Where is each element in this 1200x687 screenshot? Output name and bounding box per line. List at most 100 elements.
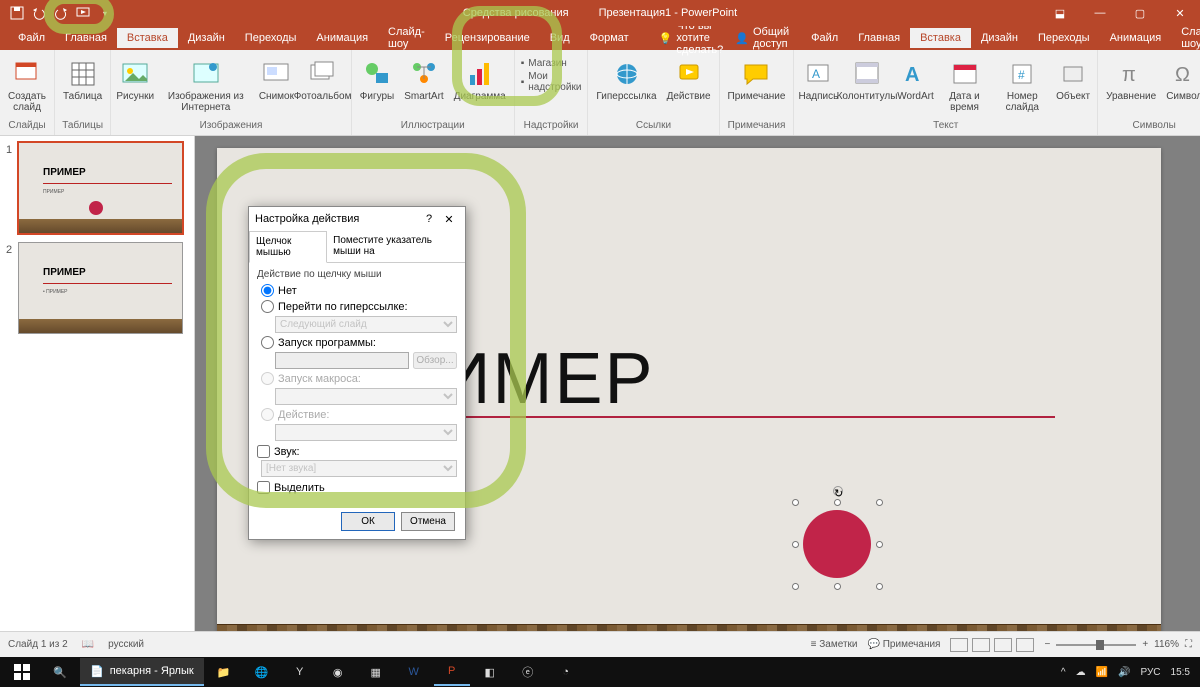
language[interactable]: русский bbox=[108, 639, 144, 650]
tray-expand[interactable]: ^ bbox=[1061, 667, 1066, 678]
ribbon-header[interactable]: Колонтитулы bbox=[840, 56, 893, 104]
search-icon[interactable]: 🔍 bbox=[42, 658, 78, 686]
tb-app3[interactable]: ⓔ bbox=[510, 658, 546, 686]
menu-главная[interactable]: Главная bbox=[848, 28, 910, 48]
save-icon[interactable] bbox=[8, 4, 26, 22]
menu-item[interactable]: Переходы bbox=[235, 28, 307, 48]
undo-icon[interactable] bbox=[30, 4, 48, 22]
menu-item[interactable]: Рецензирование bbox=[435, 28, 540, 48]
view-buttons[interactable] bbox=[950, 638, 1034, 652]
comments-button[interactable]: 💬 Примечания bbox=[868, 639, 941, 650]
start-button[interactable] bbox=[4, 658, 40, 686]
tb-steam[interactable]: ◔ bbox=[548, 658, 584, 686]
tray-time[interactable]: 15:5 bbox=[1171, 667, 1190, 678]
tab-hover[interactable]: Поместите указатель мыши на bbox=[327, 231, 465, 262]
tab-click[interactable]: Щелчок мышью bbox=[249, 231, 327, 263]
ribbon-action[interactable]: Действие bbox=[663, 56, 715, 104]
taskbar-app[interactable]: 📄 пекарня - Ярлык bbox=[80, 658, 204, 686]
maximize-icon[interactable]: ▢ bbox=[1120, 0, 1160, 26]
thumbnail-row[interactable]: 1ПРИМЕРПРИМЕР bbox=[6, 142, 188, 234]
dialog-tabs: Щелчок мышью Поместите указатель мыши на bbox=[249, 231, 465, 263]
radio-hyperlink[interactable]: Перейти по гиперссылке: bbox=[261, 300, 457, 313]
minimize-icon[interactable]: — bbox=[1080, 0, 1120, 26]
menu-item[interactable]: Вставка bbox=[117, 28, 178, 48]
menu-item[interactable]: Дизайн bbox=[178, 28, 235, 48]
checkbox-sound[interactable]: Звук: bbox=[257, 445, 457, 458]
ribbon-smartart[interactable]: SmartArt bbox=[400, 56, 447, 104]
checkbox-highlight[interactable]: Выделить bbox=[257, 481, 457, 494]
dialog-help-button[interactable]: ? bbox=[419, 213, 439, 225]
ribbon-group: ГиперссылкаДействиеСсылки bbox=[588, 50, 719, 135]
thumbnail[interactable]: ПРИМЕРПРИМЕР bbox=[18, 142, 183, 234]
ribbon-store[interactable]: ▪Магазин bbox=[521, 58, 582, 69]
tb-app2[interactable]: ◧ bbox=[472, 658, 508, 686]
ribbon-date[interactable]: Дата и время bbox=[938, 56, 992, 115]
menu-item[interactable]: Вид bbox=[540, 28, 580, 48]
ribbon-comment[interactable]: Примечание bbox=[724, 56, 790, 104]
tb-app1[interactable]: ▦ bbox=[358, 658, 394, 686]
close-icon[interactable]: ✕ bbox=[1160, 0, 1200, 26]
notes-button[interactable]: ≡ Заметки bbox=[811, 639, 858, 650]
slide-thumbnails[interactable]: 1ПРИМЕРПРИМЕР2ПРИМЕР• ПРИМЕР bbox=[0, 136, 195, 661]
ribbon-shapes[interactable]: Фигуры bbox=[356, 56, 398, 104]
ribbon-sym[interactable]: ΩСимвол bbox=[1162, 56, 1200, 104]
menu-item[interactable]: Анимация bbox=[306, 28, 378, 48]
menu-файл[interactable]: Файл bbox=[801, 28, 848, 48]
tray-sound-icon[interactable]: 🔊 bbox=[1118, 667, 1130, 678]
ribbon-eq[interactable]: πУравнение bbox=[1102, 56, 1160, 104]
ok-button[interactable]: ОК bbox=[341, 512, 395, 531]
ribbon-online-pic[interactable]: Изображения из Интернета bbox=[157, 56, 254, 115]
ribbon-textbox[interactable]: AНадпись bbox=[798, 56, 838, 104]
dialog-close-button[interactable]: ✕ bbox=[439, 213, 459, 226]
ribbon-new-slide[interactable]: Создать слайд bbox=[4, 56, 50, 115]
tb-word[interactable]: W bbox=[396, 658, 432, 686]
menu-item[interactable]: Главная bbox=[55, 28, 117, 48]
radio-program[interactable]: Запуск программы: bbox=[261, 336, 457, 349]
ribbon-options-icon[interactable]: ⬓ bbox=[1040, 0, 1080, 26]
tray-cloud-icon[interactable]: ☁ bbox=[1076, 667, 1086, 678]
action-settings-dialog[interactable]: Настройка действия ? ✕ Щелчок мышью Поме… bbox=[248, 206, 466, 540]
menu-вставка[interactable]: Вставка bbox=[910, 28, 971, 48]
redo-icon[interactable] bbox=[52, 4, 70, 22]
tb-browser[interactable]: 🌐 bbox=[244, 658, 280, 686]
zoom-control[interactable]: −+ 116% ⛶ bbox=[1044, 639, 1192, 650]
cancel-button[interactable]: Отмена bbox=[401, 512, 455, 531]
rotate-handle[interactable]: ↻ bbox=[833, 486, 843, 496]
tb-explorer[interactable]: 📁 bbox=[206, 658, 242, 686]
ribbon-addins[interactable]: ▪Мои надстройки bbox=[521, 71, 582, 93]
ribbon-screenshot[interactable]: Снимок bbox=[256, 56, 296, 104]
tray-wifi-icon[interactable]: 📶 bbox=[1096, 667, 1108, 678]
dialog-titlebar[interactable]: Настройка действия ? ✕ bbox=[249, 207, 465, 231]
ribbon-album[interactable]: Фотоальбом bbox=[298, 56, 346, 104]
menu-дизайн[interactable]: Дизайн bbox=[971, 28, 1028, 48]
ribbon-chart[interactable]: Диаграмма bbox=[450, 56, 510, 104]
ribbon-num[interactable]: #Номер слайда bbox=[993, 56, 1051, 115]
thumbnail-row[interactable]: 2ПРИМЕР• ПРИМЕР bbox=[6, 242, 188, 334]
menu-item[interactable]: Формат bbox=[580, 28, 639, 48]
slideshow-icon[interactable] bbox=[74, 4, 92, 22]
tb-chrome[interactable]: ◉ bbox=[320, 658, 356, 686]
radio-none[interactable]: Нет bbox=[261, 284, 457, 297]
spell-icon[interactable]: 📖 bbox=[82, 639, 94, 650]
share-button[interactable]: 👤 Общий доступ bbox=[723, 26, 801, 50]
ribbon-label: Надпись bbox=[799, 91, 839, 102]
tb-yandex[interactable]: Y bbox=[282, 658, 318, 686]
tb-powerpoint[interactable]: P bbox=[434, 658, 470, 686]
group-label: Иллюстрации bbox=[356, 119, 510, 133]
fit-icon[interactable]: ⛶ bbox=[1185, 639, 1192, 650]
menu-анимация[interactable]: Анимация bbox=[1100, 28, 1172, 48]
tray-lang[interactable]: РУС bbox=[1141, 667, 1161, 678]
menu-item[interactable]: Файл bbox=[8, 28, 55, 48]
group-label: Таблицы bbox=[59, 119, 106, 133]
menu-переходы[interactable]: Переходы bbox=[1028, 28, 1100, 48]
ribbon-wordart[interactable]: AWordArt bbox=[896, 56, 936, 104]
windows-taskbar[interactable]: 🔍 📄 пекарня - Ярлык 📁 🌐 Y ◉ ▦ W P ◧ ⓔ ◔ … bbox=[0, 657, 1200, 687]
ribbon-obj[interactable]: Объект bbox=[1053, 56, 1093, 104]
selection-handles[interactable] bbox=[795, 502, 880, 587]
thumbnail[interactable]: ПРИМЕР• ПРИМЕР bbox=[18, 242, 183, 334]
ribbon-table[interactable]: Таблица bbox=[59, 56, 106, 104]
ribbon-pic[interactable]: Рисунки bbox=[115, 56, 155, 104]
system-tray[interactable]: ^ ☁ 📶 🔊 РУС 15:5 bbox=[1061, 667, 1196, 678]
ribbon-link[interactable]: Гиперссылка bbox=[592, 56, 660, 104]
qat-menu[interactable]: ▾ bbox=[96, 4, 114, 22]
